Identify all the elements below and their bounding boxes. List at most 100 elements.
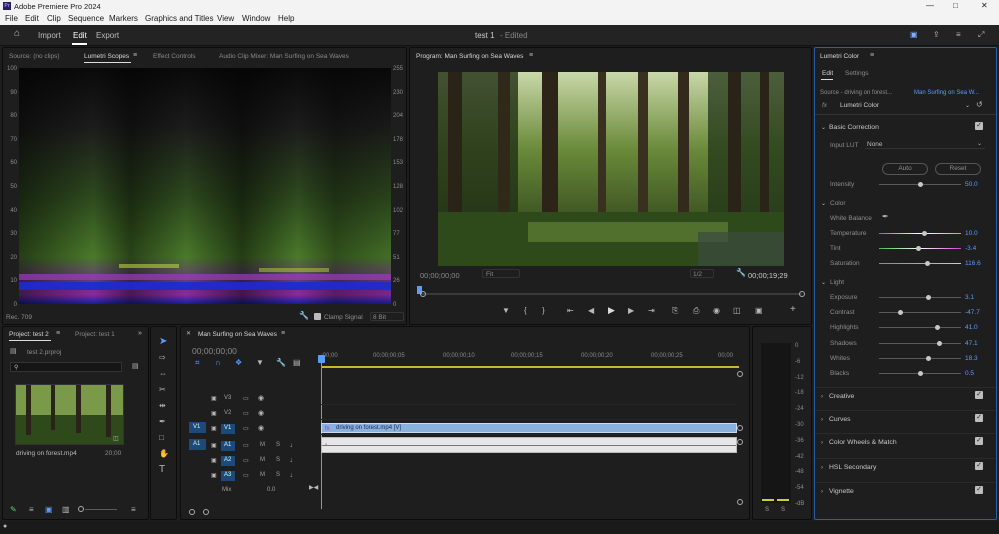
- list-view-icon[interactable]: ≡: [29, 506, 34, 514]
- new-bin-icon[interactable]: ▤: [132, 363, 139, 371]
- shadows-slider[interactable]: [879, 342, 961, 344]
- track-target-v1[interactable]: V1: [221, 424, 235, 434]
- bit-depth-dropdown[interactable]: 8 Bit: [370, 312, 404, 321]
- hand-tool-icon[interactable]: ✋: [159, 450, 169, 458]
- blacks-value[interactable]: 0.5: [965, 370, 974, 377]
- microphone-icon[interactable]: ♩: [290, 442, 297, 450]
- color-subheader[interactable]: Color: [830, 200, 846, 207]
- saturation-slider[interactable]: [879, 263, 961, 265]
- tab-source[interactable]: Source: (no clips): [9, 53, 60, 60]
- contrast-slider[interactable]: [879, 312, 961, 314]
- section-curves[interactable]: Curves: [829, 416, 851, 423]
- type-tool-icon[interactable]: T: [159, 465, 165, 475]
- comparison-view-icon[interactable]: ◫: [733, 307, 741, 315]
- menu-sequence[interactable]: Sequence: [68, 14, 104, 23]
- video-clip[interactable]: fx driving on forest.mp4 [V]: [321, 423, 737, 433]
- menu-edit[interactable]: Edit: [25, 14, 39, 23]
- track-target-a2[interactable]: A2: [221, 456, 235, 466]
- solo-button[interactable]: S: [276, 442, 280, 448]
- solo-right-button[interactable]: S: [781, 507, 785, 513]
- step-forward-icon[interactable]: ▶: [628, 307, 634, 315]
- tint-slider-knob[interactable]: [916, 246, 922, 252]
- multicam-icon[interactable]: ▣: [755, 307, 763, 315]
- intensity-slider-knob[interactable]: [918, 182, 923, 187]
- project-menu-icon[interactable]: ≡: [56, 330, 60, 338]
- lift-icon[interactable]: ⎘: [672, 307, 678, 315]
- microphone-icon[interactable]: ♩: [290, 457, 297, 465]
- chevron-right-icon[interactable]: ›: [821, 416, 823, 424]
- lock-icon[interactable]: ▣: [211, 395, 217, 403]
- section-color-wheels-match-checkbox[interactable]: ✓: [975, 437, 983, 445]
- audio-clip[interactable]: ▫: [321, 437, 737, 453]
- lock-icon[interactable]: ▣: [211, 410, 217, 418]
- eye-icon[interactable]: ◉: [258, 425, 264, 433]
- clamp-checkbox[interactable]: [314, 313, 321, 320]
- whites-value[interactable]: 18.3: [965, 355, 978, 362]
- lock-icon[interactable]: ▣: [211, 457, 217, 465]
- highlights-value[interactable]: 41.0: [965, 324, 978, 331]
- project-search-input[interactable]: ⚲: [10, 362, 122, 372]
- solo-left-button[interactable]: S: [765, 507, 769, 513]
- sync-lock-icon[interactable]: ▭: [243, 425, 249, 433]
- chevron-down-icon[interactable]: ⌄: [821, 124, 826, 132]
- tab-audio-mixer[interactable]: Audio Clip Mixer: Man Surfing on Sea Wav…: [219, 53, 349, 60]
- icon-view-icon[interactable]: ▣: [45, 506, 53, 514]
- menu-view[interactable]: View: [217, 14, 234, 23]
- section-creative-checkbox[interactable]: ✓: [975, 391, 983, 399]
- zoom-slider[interactable]: [85, 509, 117, 510]
- sort-icon[interactable]: ≡: [131, 506, 136, 514]
- maximize-icon[interactable]: □: [953, 1, 958, 10]
- step-back-icon[interactable]: ◀: [588, 307, 594, 315]
- whites-slider[interactable]: [879, 357, 961, 359]
- menu-clip[interactable]: Clip: [47, 14, 61, 23]
- tint-value[interactable]: -3.4: [965, 245, 976, 252]
- scrubber-start-handle[interactable]: [420, 291, 426, 297]
- add-button-icon[interactable]: +: [790, 305, 796, 315]
- workspaces-icon[interactable]: ▣: [910, 31, 918, 39]
- light-subheader[interactable]: Light: [830, 279, 844, 286]
- lumetri-menu-icon[interactable]: ≡: [870, 52, 874, 60]
- chevron-right-icon[interactable]: ›: [821, 393, 823, 401]
- selection-tool-icon[interactable]: ➤: [159, 337, 167, 347]
- effect-dropdown-icon[interactable]: ⌄: [965, 102, 970, 110]
- saturation-slider-knob[interactable]: [924, 261, 930, 267]
- playhead-handle[interactable]: [318, 355, 325, 363]
- microphone-icon[interactable]: ♩: [290, 472, 297, 480]
- tab-import[interactable]: Import: [38, 31, 61, 40]
- track-target-a1[interactable]: A1: [221, 441, 235, 451]
- track-target-a3[interactable]: A3: [221, 471, 235, 481]
- mix-value[interactable]: 0.0: [267, 487, 275, 493]
- track-target-v3[interactable]: V3: [221, 394, 235, 404]
- saturation-value[interactable]: 116.6: [965, 260, 981, 267]
- basic-correction-checkbox[interactable]: ✓: [975, 122, 983, 130]
- timeline-scroll-mid[interactable]: [737, 425, 743, 431]
- share-icon[interactable]: ⇪: [933, 31, 940, 39]
- timeline-scroll-mid2[interactable]: [737, 439, 743, 445]
- panel-menu-icon[interactable]: ≡: [133, 52, 137, 60]
- reset-button[interactable]: Reset: [935, 163, 981, 175]
- clip-thumbnail[interactable]: ◫: [15, 384, 124, 445]
- freeform-view-icon[interactable]: ▥: [62, 506, 70, 514]
- chevron-right-icon[interactable]: ›: [821, 488, 823, 496]
- timeline-scroll-bottom[interactable]: [737, 499, 743, 505]
- go-to-in-icon[interactable]: ⇤: [567, 307, 574, 315]
- linked-selection-icon[interactable]: ❖: [235, 359, 242, 367]
- go-to-out-icon[interactable]: ⇥: [648, 307, 655, 315]
- program-scrubber[interactable]: [420, 293, 802, 295]
- mute-button[interactable]: M: [260, 442, 265, 448]
- timeline-timecode[interactable]: 00;00;00;00: [192, 346, 237, 356]
- lumetri-source[interactable]: Source - driving on forest...: [820, 90, 892, 96]
- eye-icon[interactable]: ◉: [258, 395, 264, 403]
- tab-effect-controls[interactable]: Effect Controls: [153, 53, 196, 60]
- lock-icon[interactable]: ▣: [211, 472, 217, 480]
- blacks-slider-knob[interactable]: [918, 371, 923, 376]
- program-settings-icon[interactable]: 🔧: [736, 269, 746, 277]
- highlights-slider-knob[interactable]: [935, 325, 941, 331]
- tab-lumetri-edit[interactable]: Edit: [822, 70, 833, 77]
- section-hsl-secondary[interactable]: HSL Secondary: [829, 464, 876, 471]
- resolution-dropdown[interactable]: 1/2: [690, 269, 714, 278]
- sync-lock-icon[interactable]: ▭: [243, 442, 249, 450]
- menu-graphics[interactable]: Graphics and Titles: [145, 14, 213, 23]
- shadows-slider-knob[interactable]: [936, 340, 942, 346]
- tab-lumetri-settings[interactable]: Settings: [845, 70, 869, 77]
